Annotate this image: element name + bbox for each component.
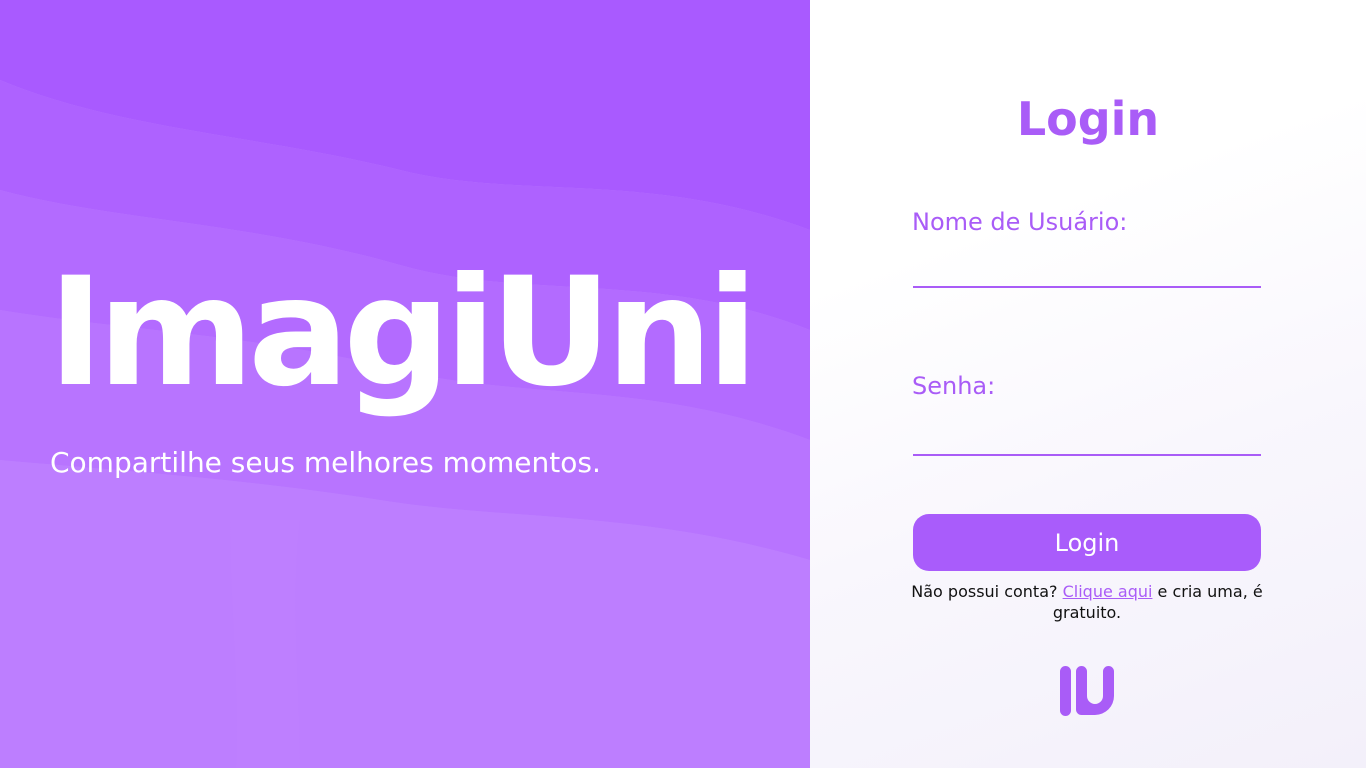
- iu-logo-icon: [1060, 666, 1114, 716]
- password-input[interactable]: [913, 420, 1261, 456]
- login-button[interactable]: Login: [913, 514, 1261, 571]
- login-panel: Login Nome de Usuário: Senha: Login Não …: [810, 0, 1366, 768]
- hero-panel: ImagiUni Compartilhe seus melhores momen…: [0, 0, 810, 768]
- login-title: Login: [1016, 92, 1160, 146]
- username-label: Nome de Usuário:: [912, 208, 1128, 236]
- brand-title: ImagiUni: [48, 246, 758, 420]
- username-input[interactable]: [913, 252, 1261, 288]
- brand-tagline: Compartilhe seus melhores momentos.: [50, 446, 601, 479]
- password-label: Senha:: [912, 372, 996, 400]
- signup-link[interactable]: Clique aqui: [1063, 582, 1153, 601]
- login-page: ImagiUni Compartilhe seus melhores momen…: [0, 0, 1366, 768]
- signup-prompt: Não possui conta? Clique aqui e cria uma…: [900, 581, 1274, 623]
- signup-prefix: Não possui conta?: [911, 582, 1063, 601]
